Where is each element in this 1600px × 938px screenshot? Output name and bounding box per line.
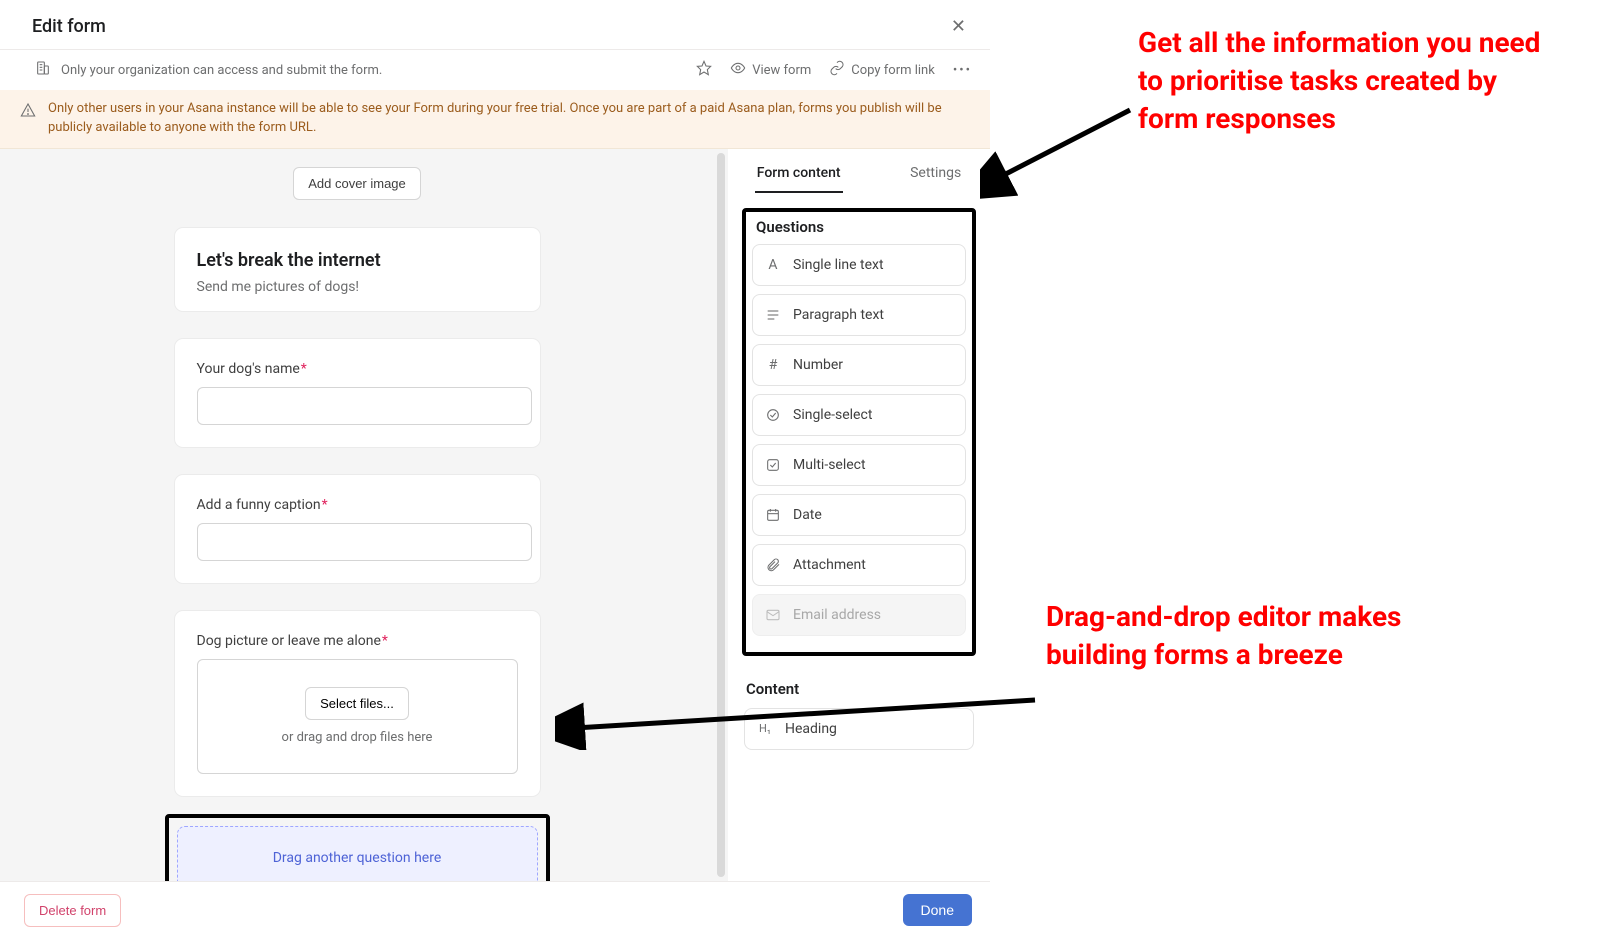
question-type-multi-select[interactable]: Multi-select bbox=[752, 444, 966, 486]
required-indicator: * bbox=[382, 633, 388, 649]
eye-icon bbox=[730, 60, 746, 80]
question-type-date[interactable]: Date bbox=[752, 494, 966, 536]
annotation-arrow-top bbox=[980, 100, 1140, 200]
access-actions: View form Copy form link ••• bbox=[696, 60, 972, 80]
form-subtitle: Send me pictures of dogs! bbox=[197, 279, 518, 295]
annotation-text-top: Get all the information you need to prio… bbox=[1138, 24, 1558, 137]
question-label: Add a funny caption* bbox=[197, 497, 518, 513]
warning-icon bbox=[20, 102, 36, 138]
section-heading-questions: Questions bbox=[756, 218, 964, 236]
close-button[interactable]: ✕ bbox=[943, 12, 974, 41]
hash-icon: # bbox=[765, 357, 781, 373]
calendar-icon bbox=[765, 507, 781, 523]
required-indicator: * bbox=[301, 361, 307, 377]
tab-form-content[interactable]: Form content bbox=[755, 161, 843, 193]
question-type-label: Multi-select bbox=[793, 457, 866, 473]
question-type-label: Date bbox=[793, 507, 822, 523]
question-label-text: Your dog's name bbox=[197, 361, 300, 377]
form-header-card[interactable]: Let's break the internet Send me picture… bbox=[175, 228, 540, 311]
question-type-label: Paragraph text bbox=[793, 307, 884, 323]
question-type-label: Single-select bbox=[793, 407, 872, 423]
question-label: Dog picture or leave me alone* bbox=[197, 633, 518, 649]
required-indicator: * bbox=[322, 497, 328, 513]
mail-icon bbox=[765, 607, 781, 623]
annotation-text-bottom: Drag-and-drop editor makes building form… bbox=[1046, 598, 1466, 674]
trial-banner: Only other users in your Asana instance … bbox=[0, 90, 990, 149]
close-icon: ✕ bbox=[951, 16, 966, 37]
title-bar: Edit form ✕ bbox=[0, 0, 990, 50]
question-type-single-line[interactable]: A Single line text bbox=[752, 244, 966, 286]
paragraph-icon bbox=[765, 307, 781, 323]
form-canvas: Add cover image Let's break the internet… bbox=[0, 149, 714, 881]
file-upload-preview: Select files... or drag and drop files h… bbox=[197, 659, 518, 774]
annotation-arrow-bottom bbox=[555, 690, 1045, 750]
attachment-icon bbox=[765, 557, 781, 573]
delete-form-button[interactable]: Delete form bbox=[24, 894, 121, 927]
question-type-label: Single line text bbox=[793, 257, 884, 273]
tab-settings[interactable]: Settings bbox=[908, 161, 963, 193]
select-files-button[interactable]: Select files... bbox=[305, 687, 409, 720]
view-form-button[interactable]: View form bbox=[730, 60, 811, 80]
copy-link-label: Copy form link bbox=[851, 63, 935, 78]
question-type-email[interactable]: Email address bbox=[752, 594, 966, 636]
text-input-preview bbox=[197, 523, 532, 561]
question-drop-zone[interactable]: Drag another question here bbox=[177, 826, 538, 881]
file-drag-hint: or drag and drop files here bbox=[282, 730, 433, 745]
favorite-button[interactable] bbox=[696, 60, 712, 80]
question-type-paragraph[interactable]: Paragraph text bbox=[752, 294, 966, 336]
annotation-highlight-questions: Questions A Single line text Paragraph t… bbox=[742, 208, 976, 656]
drop-zone-text: Drag another question here bbox=[273, 850, 442, 866]
radio-icon bbox=[765, 407, 781, 423]
question-type-number[interactable]: # Number bbox=[752, 344, 966, 386]
question-card-1[interactable]: Your dog's name* bbox=[175, 339, 540, 447]
question-type-attachment[interactable]: Attachment bbox=[752, 544, 966, 586]
access-info: Only your organization can access and su… bbox=[35, 60, 382, 80]
question-label: Your dog's name* bbox=[197, 361, 518, 377]
view-form-label: View form bbox=[752, 63, 811, 78]
form-title: Let's break the internet bbox=[197, 250, 518, 271]
checkbox-icon bbox=[765, 457, 781, 473]
page-title: Edit form bbox=[32, 16, 106, 37]
question-card-2[interactable]: Add a funny caption* bbox=[175, 475, 540, 583]
palette-panel: Form content Settings Questions A Single… bbox=[728, 149, 990, 881]
add-cover-image-button[interactable]: Add cover image bbox=[293, 167, 421, 200]
copy-link-button[interactable]: Copy form link bbox=[829, 60, 935, 80]
access-bar: Only your organization can access and su… bbox=[0, 50, 990, 90]
palette-tabs: Form content Settings bbox=[742, 161, 976, 194]
done-button[interactable]: Done bbox=[903, 894, 972, 926]
footer-bar: Delete form Done bbox=[0, 882, 990, 938]
text-icon: A bbox=[765, 257, 781, 273]
star-icon bbox=[696, 60, 712, 80]
form-editor-window: Edit form ✕ Only your organization can a… bbox=[0, 0, 990, 938]
text-input-preview bbox=[197, 387, 532, 425]
link-icon bbox=[829, 60, 845, 80]
question-label-text: Add a funny caption bbox=[197, 497, 321, 513]
question-type-label: Attachment bbox=[793, 557, 866, 573]
access-text: Only your organization can access and su… bbox=[61, 63, 382, 78]
trial-banner-text: Only other users in your Asana instance … bbox=[48, 100, 970, 138]
more-icon: ••• bbox=[953, 63, 972, 78]
question-type-label: Number bbox=[793, 357, 843, 373]
question-card-3[interactable]: Dog picture or leave me alone* Select fi… bbox=[175, 611, 540, 796]
annotation-highlight-dropzone: Drag another question here bbox=[165, 814, 550, 881]
question-type-single-select[interactable]: Single-select bbox=[752, 394, 966, 436]
question-type-label: Email address bbox=[793, 607, 881, 623]
workspace: Add cover image Let's break the internet… bbox=[0, 149, 990, 882]
org-icon bbox=[35, 60, 51, 80]
more-menu-button[interactable]: ••• bbox=[953, 63, 972, 78]
question-label-text: Dog picture or leave me alone bbox=[197, 633, 381, 649]
scrollbar[interactable] bbox=[714, 149, 728, 881]
